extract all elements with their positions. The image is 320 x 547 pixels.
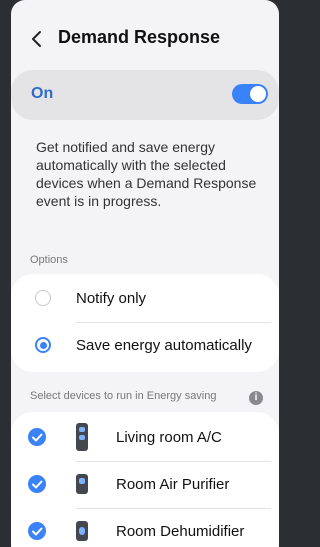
device-label: Room Air Purifier [116,476,230,493]
option-save-energy-automatically[interactable]: Save energy automatically [11,323,279,369]
toggle-knob [250,86,266,102]
info-icon[interactable]: i [249,391,263,405]
demand-response-screen: Demand Response On Get notified and save… [11,0,279,547]
header: Demand Response [11,22,279,56]
description-text: Get notified and save energy automatical… [36,139,257,209]
checkbox-room-dehumidifier[interactable] [28,522,46,540]
back-button[interactable] [27,26,49,52]
checkbox-room-air-purifier[interactable] [28,475,46,493]
device-label: Living room A/C [116,429,222,446]
air-purifier-icon [76,474,88,494]
device-row-room-dehumidifier[interactable]: Room Dehumidifier [11,509,279,547]
device-row-room-air-purifier[interactable]: Room Air Purifier [11,462,279,508]
radio-save-energy-automatically[interactable] [35,337,51,353]
checkbox-living-room-ac[interactable] [28,428,46,446]
radio-notify-only[interactable] [35,290,51,306]
option-label: Save energy automatically [76,337,252,354]
device-row-living-room-ac[interactable]: Living room A/C [11,415,279,461]
checkmark-icon [32,527,43,536]
checkmark-icon [32,480,43,489]
options-section-label: Options [30,254,68,266]
option-notify-only[interactable]: Notify only [11,276,279,322]
master-toggle[interactable] [232,84,268,104]
air-conditioner-icon [76,423,88,451]
page-title: Demand Response [58,27,221,47]
dehumidifier-icon [76,521,88,541]
options-card: Notify only Save energy automatically [11,274,279,372]
chevron-left-icon [32,31,41,47]
devices-section-label: Select devices to run in Energy saving [30,390,217,402]
master-switch-row[interactable]: On [11,70,279,120]
devices-card: Living room A/C Room Air Purifier Room D… [11,412,279,547]
master-switch-label: On [31,85,54,102]
device-label: Room Dehumidifier [116,523,245,540]
checkmark-icon [32,433,43,442]
option-label: Notify only [76,290,147,307]
